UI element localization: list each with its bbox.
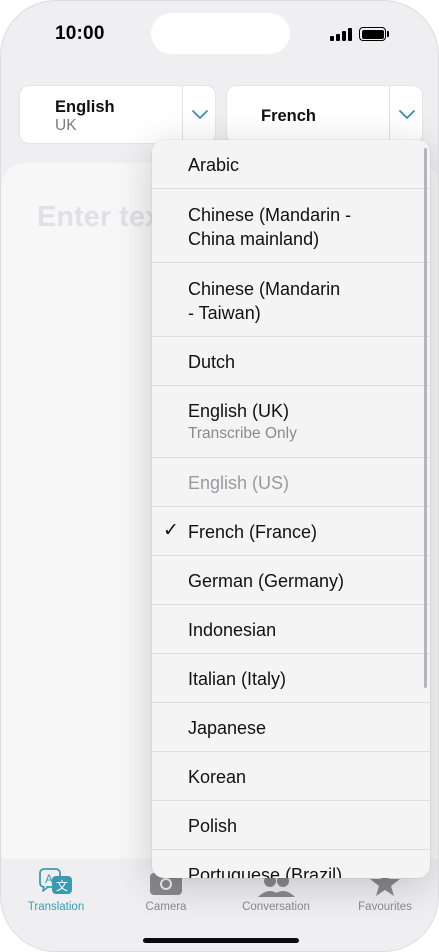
source-language-selector[interactable]: English UK	[19, 85, 216, 144]
menu-item-label: Dutch	[188, 352, 236, 372]
menu-item-label: Chinese (Mandarin -	[188, 205, 352, 225]
tab-label: Camera	[145, 901, 187, 913]
target-language-name: French	[261, 107, 317, 125]
menu-item-label: Japanese	[188, 718, 267, 738]
menu-item-arabic[interactable]: Arabic	[152, 140, 430, 189]
menu-item-label: Chinese (Mandarin	[188, 279, 341, 299]
chevron-down-icon[interactable]	[190, 106, 210, 122]
source-language-region: UK	[55, 117, 77, 134]
menu-item-indonesian[interactable]: Indonesian	[152, 605, 430, 654]
selector-divider	[389, 86, 390, 143]
phone-screen: 10:00 English UK French Enter text A 文 T…	[0, 0, 439, 952]
tab-label: Favourites	[358, 901, 412, 913]
language-dropdown-menu[interactable]: Arabic Chinese (Mandarin - China mainlan…	[152, 140, 430, 878]
source-language-name: English	[55, 98, 115, 116]
menu-item-sublabel: Transcribe Only	[188, 425, 297, 442]
menu-item-chinese-taiwan[interactable]: Chinese (Mandarin - Taiwan)	[152, 263, 430, 337]
tab-label: Conversation	[242, 901, 310, 913]
menu-item-japanese[interactable]: Japanese	[152, 703, 430, 752]
text-input-placeholder: Enter text	[37, 201, 171, 233]
menu-item-label: Portuguese (Brazil)	[188, 865, 343, 878]
menu-item-label: English (UK)	[188, 401, 290, 421]
menu-item-label: French (France)	[188, 522, 318, 542]
battery-icon	[359, 27, 386, 41]
menu-item-italian[interactable]: Italian (Italy)	[152, 654, 430, 703]
menu-item-german[interactable]: German (Germany)	[152, 556, 430, 605]
menu-item-label: Korean	[188, 767, 247, 787]
menu-item-dutch[interactable]: Dutch	[152, 337, 430, 386]
home-indicator	[143, 938, 299, 943]
menu-item-label: Arabic	[188, 155, 240, 175]
svg-text:文: 文	[56, 878, 68, 893]
menu-item-label: German (Germany)	[188, 571, 345, 591]
svg-text:A: A	[45, 872, 53, 886]
menu-item-label-line2: China mainland)	[188, 229, 320, 249]
cellular-signal-icon	[330, 28, 352, 41]
menu-item-label: English (US)	[188, 473, 290, 493]
menu-item-label: Indonesian	[188, 620, 277, 640]
menu-item-label: Polish	[188, 816, 238, 836]
menu-item-english-uk[interactable]: English (UK) Transcribe Only	[152, 386, 430, 458]
target-language-selector[interactable]: French	[226, 85, 423, 144]
dynamic-island	[151, 13, 290, 54]
status-time: 10:00	[55, 23, 105, 44]
menu-item-korean[interactable]: Korean	[152, 752, 430, 801]
tab-label: Translation	[27, 901, 85, 913]
chevron-down-icon[interactable]	[397, 106, 417, 122]
selector-divider	[182, 86, 183, 143]
menu-item-label-line2: - Taiwan)	[188, 303, 261, 323]
menu-item-portuguese-brazil[interactable]: Portuguese (Brazil)	[152, 850, 430, 878]
menu-item-chinese-mainland[interactable]: Chinese (Mandarin - China mainland)	[152, 189, 430, 263]
battery-tip	[387, 31, 389, 37]
checkmark-icon: ✓	[163, 520, 179, 541]
menu-item-english-us: English (US)	[152, 458, 430, 507]
menu-item-polish[interactable]: Polish	[152, 801, 430, 850]
menu-item-label: Italian (Italy)	[188, 669, 287, 689]
translate-icon: A 文	[39, 868, 72, 894]
menu-item-french[interactable]: ✓ French (France)	[152, 507, 430, 556]
menu-scrollbar[interactable]	[424, 148, 427, 688]
